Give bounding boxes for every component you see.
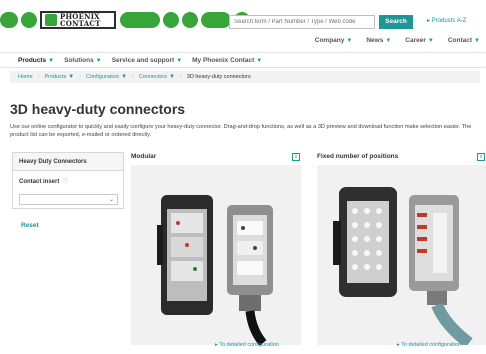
connector-illustration [317,165,486,345]
utility-nav: Company ▼ News ▼ Career ▼ Contact ▼ [315,37,480,44]
logo-green-pill-icon [0,12,18,28]
phoenix-contact-logo[interactable]: PHOENIX CONTACT [0,10,250,30]
filter-heading: Heavy Duty Connectors [13,153,123,171]
breadcrumb-products[interactable]: Products ▼ [45,74,75,80]
chevron-down-icon: ▼ [95,57,102,64]
chevron-down-icon: ▼ [346,38,353,44]
detailed-config-link-fixed[interactable]: ▸ To detailed configuration [397,342,461,348]
chevron-right-icon: ▸ [215,342,218,348]
search-button[interactable]: Search [379,15,413,29]
contact-insert-select[interactable]: ⌄ [19,194,118,205]
card-title: Modular [131,153,157,160]
fixed-connector-image[interactable] [317,165,486,345]
page-intro: Use our online configurator to quickly a… [10,124,472,138]
filter-panel: Heavy Duty Connectors Contact insert ⓘ ⌄ [12,152,124,209]
chevron-down-icon: ▼ [169,74,175,80]
card-title: Fixed number of positions [317,153,399,160]
search-input[interactable] [229,15,375,29]
chevron-right-icon: ▸ [397,342,400,348]
breadcrumb-current: 3D heavy-duty connectors [186,74,251,80]
chevron-down-icon: ▼ [121,74,128,80]
contact-insert-label: Contact insert ⓘ [19,179,69,185]
util-nav-career[interactable]: Career ▼ [405,37,434,44]
connector-illustration [131,165,301,345]
detailed-config-link-modular[interactable]: ▸ To detailed configuration [215,342,279,348]
chevron-down-icon: ▼ [385,38,392,44]
logo-wordmark: PHOENIX CONTACT [40,11,116,29]
breadcrumb-separator-icon: › [37,74,40,80]
chevron-down-icon: ▼ [474,38,480,44]
breadcrumb-separator-icon: › [132,74,134,80]
site-header: PHOENIX CONTACT Search ▸ Products A-Z [0,0,486,34]
products-az-link[interactable]: ▸ Products A-Z [427,17,466,24]
logo-green-dot-icon [21,12,37,28]
chevron-down-icon: ▼ [48,57,55,64]
breadcrumb-separator-icon: › [179,74,182,80]
breadcrumb-connectors[interactable]: Connectors ▼ [139,74,175,80]
main-nav-my-phoenix[interactable]: My Phoenix Contact ▼ [192,57,262,64]
breadcrumb-configurators[interactable]: Configurators ▼ [86,74,127,80]
breadcrumb-separator-icon: › [79,74,82,80]
main-nav-service[interactable]: Service and support ▼ [112,57,182,64]
chevron-down-icon: ▼ [176,57,183,64]
page-title: 3D heavy-duty connectors [10,101,186,117]
logo-green-dot-icon [163,12,179,28]
logo-green-pill-icon [201,12,231,28]
chevron-down-icon: ▼ [427,38,434,44]
chevron-down-icon: ▼ [256,57,263,64]
logo-green-dot-icon [182,12,198,28]
chevron-right-icon: ▸ [427,18,431,24]
modular-connector-image[interactable] [131,165,301,345]
breadcrumb: Home › Products ▼ › Configurators ▼ › Conn… [10,71,480,83]
info-icon[interactable]: ⓘ [62,179,68,185]
main-nav: Products ▼ Solutions ▼ Service and support… [0,52,486,68]
info-icon[interactable]: i [477,153,485,161]
reset-button[interactable]: Reset [21,222,39,229]
chevron-down-icon: ⌄ [108,197,114,203]
info-icon[interactable]: i [292,153,300,161]
chevron-down-icon: ▼ [68,74,75,80]
util-nav-news[interactable]: News ▼ [366,37,391,44]
breadcrumb-home[interactable]: Home [18,74,33,80]
main-nav-solutions[interactable]: Solutions ▼ [64,57,102,64]
logo-mark-icon [45,14,57,26]
main-nav-products[interactable]: Products ▼ [18,57,54,64]
util-nav-contact[interactable]: Contact ▼ [448,37,480,44]
util-nav-company[interactable]: Company ▼ [315,37,353,44]
logo-text-line2: CONTACT [60,19,101,28]
logo-green-pill-icon [120,12,160,28]
